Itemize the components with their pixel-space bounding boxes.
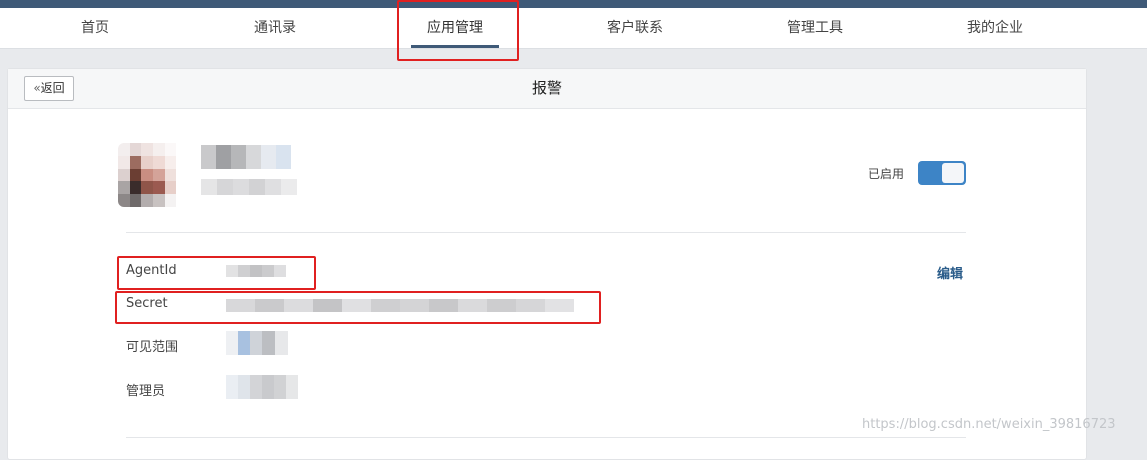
card-header: 报警 «返回 [8,69,1086,109]
watermark: https://blog.csdn.net/weixin_39816723 [862,417,1116,432]
back-button[interactable]: «返回 [24,76,74,101]
nav-item-management-tools[interactable]: 管理工具 [765,8,865,48]
admin-label: 管理员 [126,384,166,399]
nav-item-app-management[interactable]: 应用管理 [405,8,505,48]
secret-label: Secret [126,296,168,311]
enable-toggle[interactable] [918,161,966,185]
double-chevron-left-icon: « [33,81,41,95]
admin-value-redacted [226,375,298,399]
active-tab-indicator [411,45,499,48]
agentid-value-redacted [226,265,286,277]
nav-item-customer-contact[interactable]: 客户联系 [585,8,685,48]
visible-scope-label: 可见范围 [126,340,179,355]
back-button-label: 返回 [40,81,65,95]
app-logo [118,143,188,207]
divider-top [126,232,966,233]
visible-scope-value-redacted [226,331,288,355]
app-name-redacted [201,145,291,169]
divider-bottom [126,437,966,438]
nav-item-contacts[interactable]: 通讯录 [225,8,325,48]
page-title: 报警 [531,79,562,97]
toggle-knob [942,163,964,183]
agentid-label: AgentId [126,263,177,278]
nav-item-my-enterprise[interactable]: 我的企业 [945,8,1045,48]
top-bar [0,0,1147,8]
app-description-redacted [201,179,297,195]
nav-item-home[interactable]: 首页 [45,8,145,48]
main-nav: 首页 通讯录 应用管理 客户联系 管理工具 我的企业 [0,8,1147,49]
secret-value-redacted [226,299,574,312]
edit-link[interactable]: 编辑 [937,263,963,282]
enabled-status-label: 已启用 [868,167,905,181]
app-detail-card: 报警 «返回 已启用 AgentId 编辑 Secret 可见范围 管理员 [7,68,1087,460]
